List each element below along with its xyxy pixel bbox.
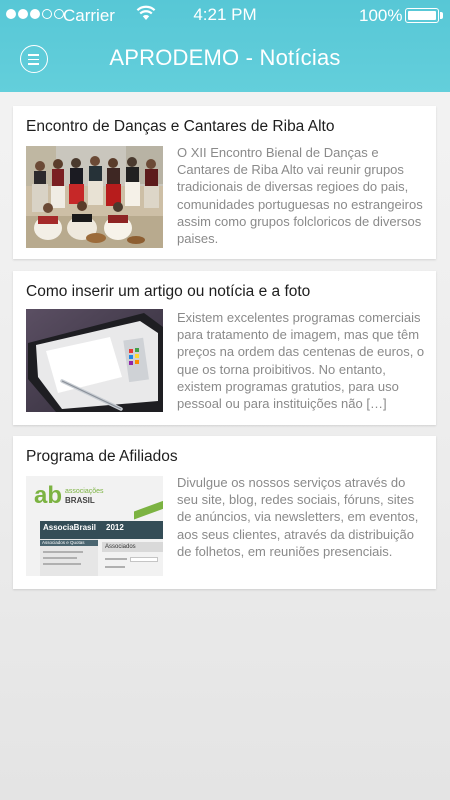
news-thumbnail[interactable]	[26, 309, 163, 412]
menu-head: Associados e Quotas	[42, 540, 85, 545]
news-thumbnail[interactable]: ab associações BRASIL AssociaBrasil 2012…	[26, 476, 163, 576]
tablet-stylus-photo-icon	[26, 309, 163, 412]
news-excerpt: O XII Encontro Bienal de Danças e Cantar…	[177, 145, 423, 247]
battery-cap	[440, 12, 443, 19]
news-title[interactable]: Como inserir um artigo ou notícia e a fo…	[26, 283, 310, 301]
folk-dancers-photo-icon	[26, 146, 163, 248]
news-title[interactable]: Encontro de Danças e Cantares de Riba Al…	[26, 118, 334, 136]
page-title: APRODEMO - Notícias	[109, 45, 341, 70]
news-excerpt: Existem excelentes programas comerciais …	[177, 310, 425, 412]
status-bar: Carrier 4:21 PM 100%	[0, 0, 450, 30]
app-header: Carrier 4:21 PM 100% APRODEMO - Notícias	[0, 0, 450, 92]
section-head: Associados	[105, 544, 136, 550]
battery-percent: 100%	[359, 6, 403, 25]
ab-logo-mark: ab	[34, 482, 63, 509]
site-year: 2012	[106, 523, 124, 532]
news-card-1[interactable]: Encontro de Danças e Cantares de Riba Al…	[13, 106, 436, 259]
news-title[interactable]: Programa de Afiliados	[26, 448, 178, 466]
news-excerpt: Divulgue os nossos serviços através do s…	[177, 475, 419, 559]
ab-logo-top: associações	[65, 487, 104, 495]
battery-icon	[405, 8, 439, 23]
news-thumbnail[interactable]	[26, 146, 163, 248]
news-card-2[interactable]: Como inserir um artigo ou notícia e a fo…	[13, 271, 436, 425]
site-name: AssociaBrasil	[43, 523, 96, 532]
news-card-3[interactable]: Programa de Afiliados ab associações BRA…	[13, 436, 436, 589]
ab-logo: ab associações BRASIL	[34, 484, 104, 508]
ab-logo-bottom: BRASIL	[65, 495, 95, 505]
